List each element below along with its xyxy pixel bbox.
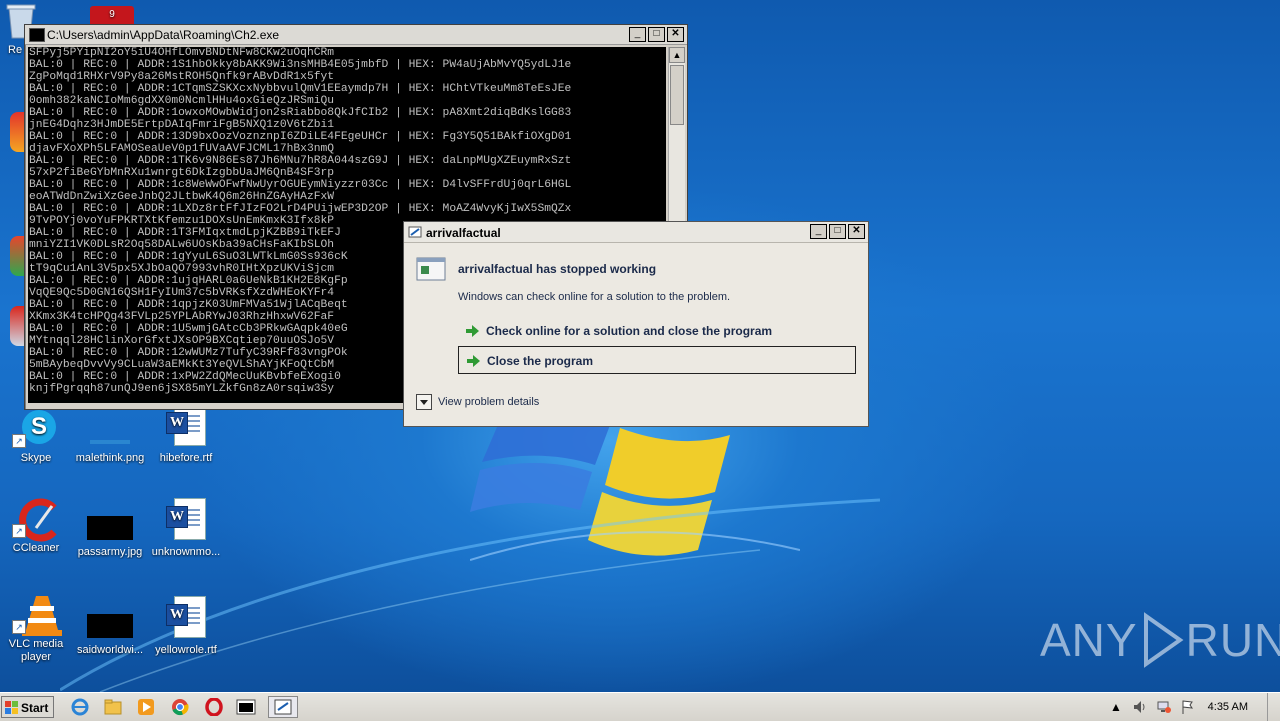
scroll-thumb[interactable] <box>670 65 684 125</box>
desktop-icon-yellowrole[interactable]: W yellowrole.rtf <box>148 596 224 657</box>
check-online-option[interactable]: Check online for a solution and close th… <box>458 317 856 345</box>
internet-explorer-icon <box>71 698 89 716</box>
taskbar-console[interactable] <box>234 696 258 718</box>
taskbar-clock[interactable]: 4:35 AM <box>1208 701 1248 713</box>
desktop-icon-label: VLC media player <box>8 638 64 663</box>
image-thumbnail-icon <box>87 516 133 540</box>
shortcut-arrow-icon: ↗ <box>12 524 26 538</box>
shortcut-arrow-icon: ↗ <box>12 434 26 448</box>
taskbar: Start ▲ 4:35 AM <box>0 692 1280 721</box>
desktop-icon-partial-1[interactable] <box>10 112 24 152</box>
close-program-label: Close the program <box>487 354 594 368</box>
word-document-icon: W <box>166 404 206 448</box>
maximize-button[interactable]: □ <box>829 224 846 239</box>
network-icon[interactable] <box>1156 699 1172 715</box>
windows-logo-icon <box>5 701 18 714</box>
taskbar-chrome[interactable] <box>168 696 192 718</box>
view-details-toggle[interactable]: View problem details <box>416 394 539 410</box>
desktop-icon-ccleaner[interactable]: ↗ CCleaner <box>0 498 74 555</box>
desktop-icon-passarmy[interactable]: passarmy.jpg <box>72 506 148 559</box>
word-document-icon: W <box>166 596 206 640</box>
watermark-text-right: RUN <box>1185 614 1280 666</box>
desktop-icon-label: hibefore.rtf <box>159 452 213 464</box>
skype-icon: S ↗ <box>12 408 60 448</box>
desktop-icon-label: yellowrole.rtf <box>155 644 217 656</box>
image-file-icon <box>86 408 134 448</box>
desktop-icon-unknownmo[interactable]: W unknownmo... <box>148 498 224 559</box>
taskbar-ie[interactable] <box>68 696 92 718</box>
play-logo-icon <box>1143 612 1184 668</box>
dialog-heading: arrivalfactual has stopped working <box>458 262 657 276</box>
program-window-icon <box>416 257 446 281</box>
close-button[interactable]: ✕ <box>667 27 684 42</box>
system-tray: ▲ 4:35 AM <box>1100 693 1280 721</box>
ccleaner-icon: ↗ <box>12 498 60 542</box>
error-dialog[interactable]: arrivalfactual _ □ ✕ arrivalfactual has … <box>403 221 869 427</box>
dialog-app-icon <box>274 699 292 715</box>
maximize-button[interactable]: □ <box>648 27 665 42</box>
dialog-app-icon <box>408 226 422 238</box>
desktop-icon-vlc[interactable]: ↗ VLC media player <box>0 594 74 664</box>
console-app-icon <box>29 28 45 42</box>
desktop-icon-partial-3[interactable] <box>10 306 24 346</box>
desktop-icon-skype[interactable]: S ↗ Skype <box>0 408 74 465</box>
volume-icon[interactable] <box>1132 699 1148 715</box>
check-online-label: Check online for a solution and close th… <box>486 324 773 338</box>
close-program-option[interactable]: Close the program <box>458 346 856 374</box>
anyrun-watermark: ANY RUN <box>1040 610 1280 670</box>
console-title: C:\Users\admin\AppData\Roaming\Ch2.exe <box>47 28 280 42</box>
desktop-icon-label: malethink.png <box>75 452 145 464</box>
opera-icon <box>205 698 223 716</box>
taskbar-media-player[interactable] <box>134 696 158 718</box>
desktop-icon-label: unknownmo... <box>151 546 221 558</box>
start-label: Start <box>21 701 49 715</box>
close-button[interactable]: ✕ <box>848 224 865 239</box>
taskbar-explorer[interactable] <box>101 696 125 718</box>
console-titlebar[interactable]: C:\Users\admin\AppData\Roaming\Ch2.exe _… <box>25 25 687 45</box>
shortcut-arrow-icon: ↗ <box>12 620 26 634</box>
desktop-icon-partial-2[interactable] <box>10 236 24 276</box>
vlc-cone-icon: ↗ <box>12 594 62 636</box>
watermark-text-left: ANY <box>1040 614 1138 666</box>
green-arrow-icon <box>466 325 479 337</box>
chrome-icon <box>172 699 189 716</box>
action-center-flag-icon[interactable] <box>1180 699 1196 715</box>
desktop-icon-label: passarmy.jpg <box>77 546 143 558</box>
dialog-titlebar[interactable]: arrivalfactual _ □ ✕ <box>404 222 868 243</box>
dialog-title: arrivalfactual <box>426 226 501 240</box>
media-player-icon <box>138 699 154 715</box>
start-button[interactable]: Start <box>1 696 54 718</box>
green-arrow-icon <box>467 355 480 367</box>
desktop-icon-saidworldwi[interactable]: saidworldwi... <box>72 604 148 657</box>
taskbar-opera[interactable] <box>202 696 226 718</box>
scroll-up-arrow-icon[interactable]: ▲ <box>669 47 685 63</box>
desktop-icon-unknown-red[interactable]: 9 <box>74 6 150 24</box>
image-thumbnail-icon <box>87 614 133 638</box>
word-document-icon: W <box>166 498 206 542</box>
view-details-label: View problem details <box>438 395 540 408</box>
folder-icon <box>104 699 122 715</box>
show-desktop-button[interactable] <box>1267 693 1280 721</box>
desktop-icon-label: saidworldwi... <box>76 644 144 656</box>
minimize-button[interactable]: _ <box>629 27 646 42</box>
expand-arrow-icon[interactable] <box>416 394 432 410</box>
desktop-icon-label: CCleaner <box>12 542 60 554</box>
minimize-button[interactable]: _ <box>810 224 827 239</box>
app-icon: 9 <box>90 6 134 24</box>
tray-expand-icon[interactable]: ▲ <box>1108 699 1124 715</box>
desktop-icon-label: Skype <box>20 452 52 464</box>
dialog-message: Windows can check online for a solution … <box>458 291 731 303</box>
desktop-icon-hibefore[interactable]: W hibefore.rtf <box>148 404 224 465</box>
console-icon <box>236 699 256 715</box>
desktop: Re 9 S ↗ Skype malethink.png W hibefore.… <box>0 0 1280 692</box>
taskbar-error-dialog[interactable] <box>268 696 298 718</box>
desktop-icon-malethink[interactable]: malethink.png <box>72 408 148 465</box>
